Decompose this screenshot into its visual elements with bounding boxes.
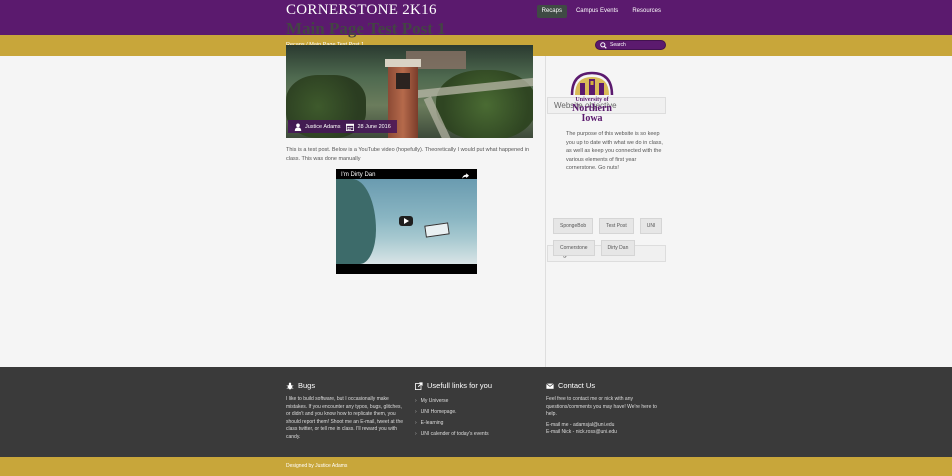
post-date: 28 June 2016: [346, 123, 391, 131]
post-hero-image: Justice Adams 28 June 2016: [286, 45, 533, 138]
bugs-text: I like to build software, but I occasion…: [286, 396, 404, 440]
links-title: Usefull links for you: [427, 381, 493, 390]
tag-cloud: SpongeBob Test Post UNI Cornerstone Dirt…: [553, 218, 668, 256]
link-uni-calendar[interactable]: UNI calender of today's events: [415, 429, 535, 440]
post-author[interactable]: Justice Adams: [294, 123, 340, 131]
footer: Bugs I like to build software, but I occ…: [0, 367, 952, 457]
contact-title: Contact Us: [558, 381, 596, 390]
designer-credit: Designed by Justice Adams: [286, 463, 348, 469]
contact-email-me[interactable]: E-mail me - adamsjal@uni.edu: [546, 422, 666, 430]
bug-icon: [286, 382, 294, 389]
external-link-icon: [415, 381, 423, 390]
play-button[interactable]: [399, 216, 413, 226]
nav-item-resources[interactable]: Resources: [627, 5, 666, 18]
svg-text:Iowa: Iowa: [581, 113, 602, 123]
envelope-icon: [546, 382, 554, 389]
post-body: This is a test post. Below is a YouTube …: [286, 147, 530, 162]
video-title[interactable]: I'm Dirty Dan: [341, 172, 375, 178]
youtube-embed[interactable]: I'm Dirty Dan: [336, 169, 477, 274]
main-nav: Recaps Campus Events Resources: [536, 5, 666, 18]
link-my-universe[interactable]: My Universe: [415, 396, 535, 407]
nav-item-campus-events[interactable]: Campus Events: [571, 5, 623, 18]
objective-text: The purpose of this website is so keep y…: [566, 131, 663, 171]
tag-spongebob[interactable]: SpongeBob: [553, 218, 594, 234]
tag-dirty-dan[interactable]: Dirty Dan: [600, 240, 636, 256]
share-icon[interactable]: [462, 173, 469, 179]
useful-links-list: My Universe UNI Homepage. E-learning UNI…: [415, 396, 535, 440]
footer-bugs: Bugs I like to build software, but I occ…: [286, 381, 406, 441]
link-uni-homepage[interactable]: UNI Homepage.: [415, 407, 535, 418]
contact-email-nick[interactable]: E-mail Nick - nick.ross@uni.edu: [546, 429, 666, 437]
contact-text: Feel free to contact me or nick with any…: [546, 396, 657, 417]
tag-cornerstone[interactable]: Cornerstone: [553, 240, 595, 256]
post-meta: Justice Adams 28 June 2016: [288, 120, 397, 133]
top-header: CORNERSTONE 2K16 Recaps Campus Events Re…: [0, 0, 952, 35]
post-title: Main Page Test Post 1: [286, 19, 446, 38]
nav-item-recaps[interactable]: Recaps: [536, 5, 567, 18]
bugs-title: Bugs: [298, 381, 316, 390]
user-icon: [294, 123, 302, 131]
date-text: 28 June 2016: [357, 123, 391, 130]
footer-contact: Contact Us Feel free to contact me or ni…: [546, 381, 666, 437]
calendar-icon: [346, 123, 355, 131]
search-input[interactable]: [610, 42, 665, 48]
uni-logo: University of Northern Iowa: [570, 71, 614, 123]
footer-links: Usefull links for you My Universe UNI Ho…: [415, 381, 535, 440]
tag-uni[interactable]: UNI: [639, 218, 663, 234]
tag-test-post[interactable]: Test Post: [599, 218, 634, 234]
search-icon: [600, 41, 607, 49]
search-box[interactable]: [595, 40, 666, 50]
site-title[interactable]: CORNERSTONE 2K16: [286, 2, 437, 19]
link-e-learning[interactable]: E-learning: [415, 418, 535, 429]
author-name: Justice Adams: [305, 123, 341, 130]
bottom-bar: Designed by Justice Adams: [0, 457, 952, 476]
